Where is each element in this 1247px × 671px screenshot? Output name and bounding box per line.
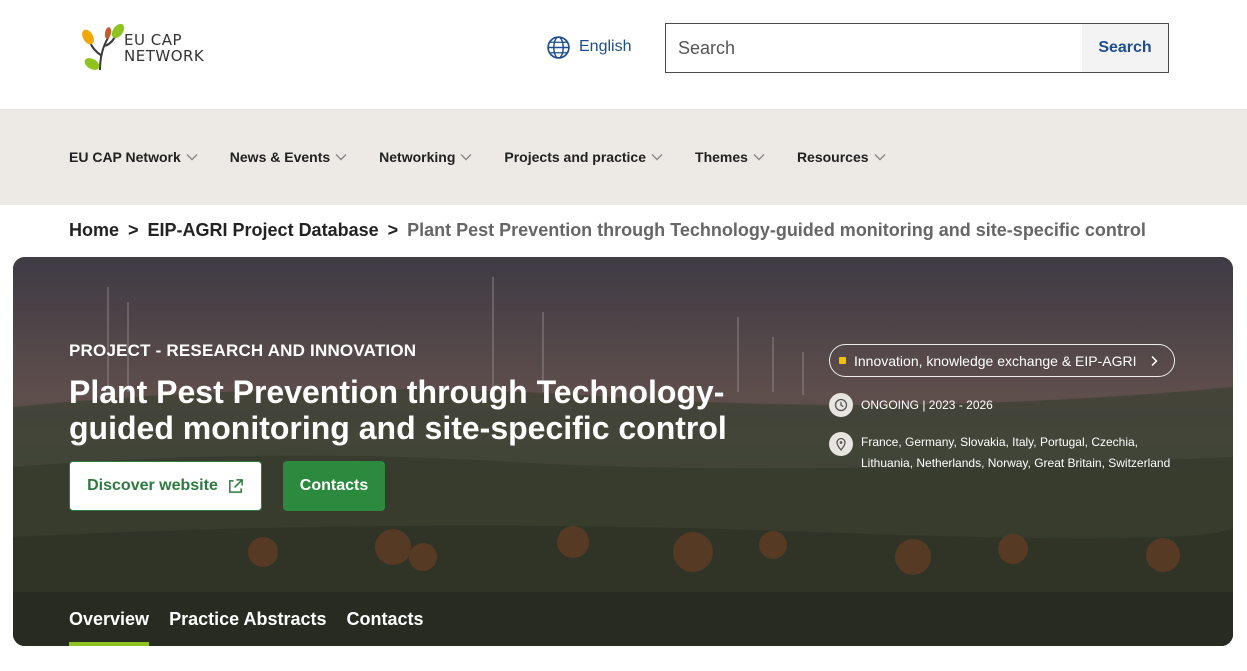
discover-website-label: Discover website xyxy=(87,477,218,494)
theme-tag-link[interactable]: Innovation, knowledge exchange & EIP-AGR… xyxy=(829,344,1175,377)
contacts-button[interactable]: Contacts xyxy=(283,461,385,511)
nav-item-label: Resources xyxy=(796,149,869,165)
breadcrumb-separator: > xyxy=(387,219,399,240)
breadcrumb-current: Plant Pest Prevention through Technology… xyxy=(407,219,1146,240)
nav-item-label: News & Events xyxy=(229,149,331,165)
globe-icon xyxy=(547,35,570,59)
chevron-down-icon xyxy=(460,154,472,161)
project-category: PROJECT - RESEARCH AND INNOVATION xyxy=(69,341,417,360)
external-link-icon xyxy=(228,478,243,493)
theme-tag-label: Innovation, knowledge exchange & EIP-AGR… xyxy=(854,352,1137,369)
main-navigation: EU CAP Network News & Events Networking … xyxy=(0,109,1247,205)
breadcrumb-separator: > xyxy=(128,219,139,240)
logo-wordmark: EU CAP NETWORK xyxy=(124,32,204,64)
project-title: Plant Pest Prevention through Technology… xyxy=(69,374,727,446)
chevron-down-icon xyxy=(874,154,886,161)
nav-item-label: EU CAP Network xyxy=(69,149,181,165)
project-status-text: ONGOING | 2023 - 2026 xyxy=(861,397,993,412)
nav-item-projects-practice[interactable]: Projects and practice xyxy=(504,149,663,165)
logo-line-2: NETWORK xyxy=(124,47,205,65)
chevron-down-icon xyxy=(186,154,198,161)
chevron-down-icon xyxy=(753,154,765,161)
nav-item-eu-cap-network[interactable]: EU CAP Network xyxy=(69,149,198,165)
nav-item-news-events[interactable]: News & Events xyxy=(230,149,347,165)
chevron-right-icon xyxy=(1150,355,1158,366)
logo-leaf-icon xyxy=(82,23,125,71)
nav-item-label: Projects and practice xyxy=(504,149,647,165)
eu-cap-network-logo[interactable]: EU CAP NETWORK xyxy=(78,22,218,74)
theme-dot-icon xyxy=(839,357,846,364)
language-selector[interactable]: English xyxy=(546,34,631,60)
tab-overview[interactable]: Overview xyxy=(69,592,150,646)
language-label: English xyxy=(579,38,632,55)
map-pin-icon xyxy=(829,432,853,456)
search-bar: Search xyxy=(665,23,1169,73)
project-countries: France, Germany, Slovakia, Italy, Portug… xyxy=(829,432,1179,474)
chevron-down-icon xyxy=(651,154,663,161)
search-button[interactable]: Search xyxy=(1082,24,1168,72)
nav-item-themes[interactable]: Themes xyxy=(695,149,765,165)
tab-contacts[interactable]: Contacts xyxy=(346,592,423,646)
breadcrumb-database-link[interactable]: EIP-AGRI Project Database xyxy=(148,220,379,241)
nav-item-resources[interactable]: Resources xyxy=(797,149,886,165)
breadcrumb: Home > EIP-AGRI Project Database > Plant… xyxy=(69,219,1146,241)
logo-line-1: EU CAP xyxy=(124,31,183,49)
nav-item-label: Themes xyxy=(695,149,748,165)
breadcrumb-home-link[interactable]: Home xyxy=(69,220,119,241)
project-status: ONGOING | 2023 - 2026 xyxy=(829,393,993,417)
project-hero: PROJECT - RESEARCH AND INNOVATION Plant … xyxy=(13,257,1233,646)
clock-icon xyxy=(829,393,853,417)
tab-practice-abstracts[interactable]: Practice Abstracts xyxy=(169,592,326,646)
project-tabs: Overview Practice Abstracts Contacts xyxy=(13,592,1233,646)
discover-website-button[interactable]: Discover website xyxy=(69,461,262,511)
nav-item-networking[interactable]: Networking xyxy=(379,149,472,165)
project-countries-text: France, Germany, Slovakia, Italy, Portug… xyxy=(861,435,1171,470)
chevron-down-icon xyxy=(335,154,347,161)
site-header: EU CAP NETWORK English Search xyxy=(0,0,1247,109)
search-input[interactable] xyxy=(666,24,1082,72)
nav-item-label: Networking xyxy=(379,149,456,165)
